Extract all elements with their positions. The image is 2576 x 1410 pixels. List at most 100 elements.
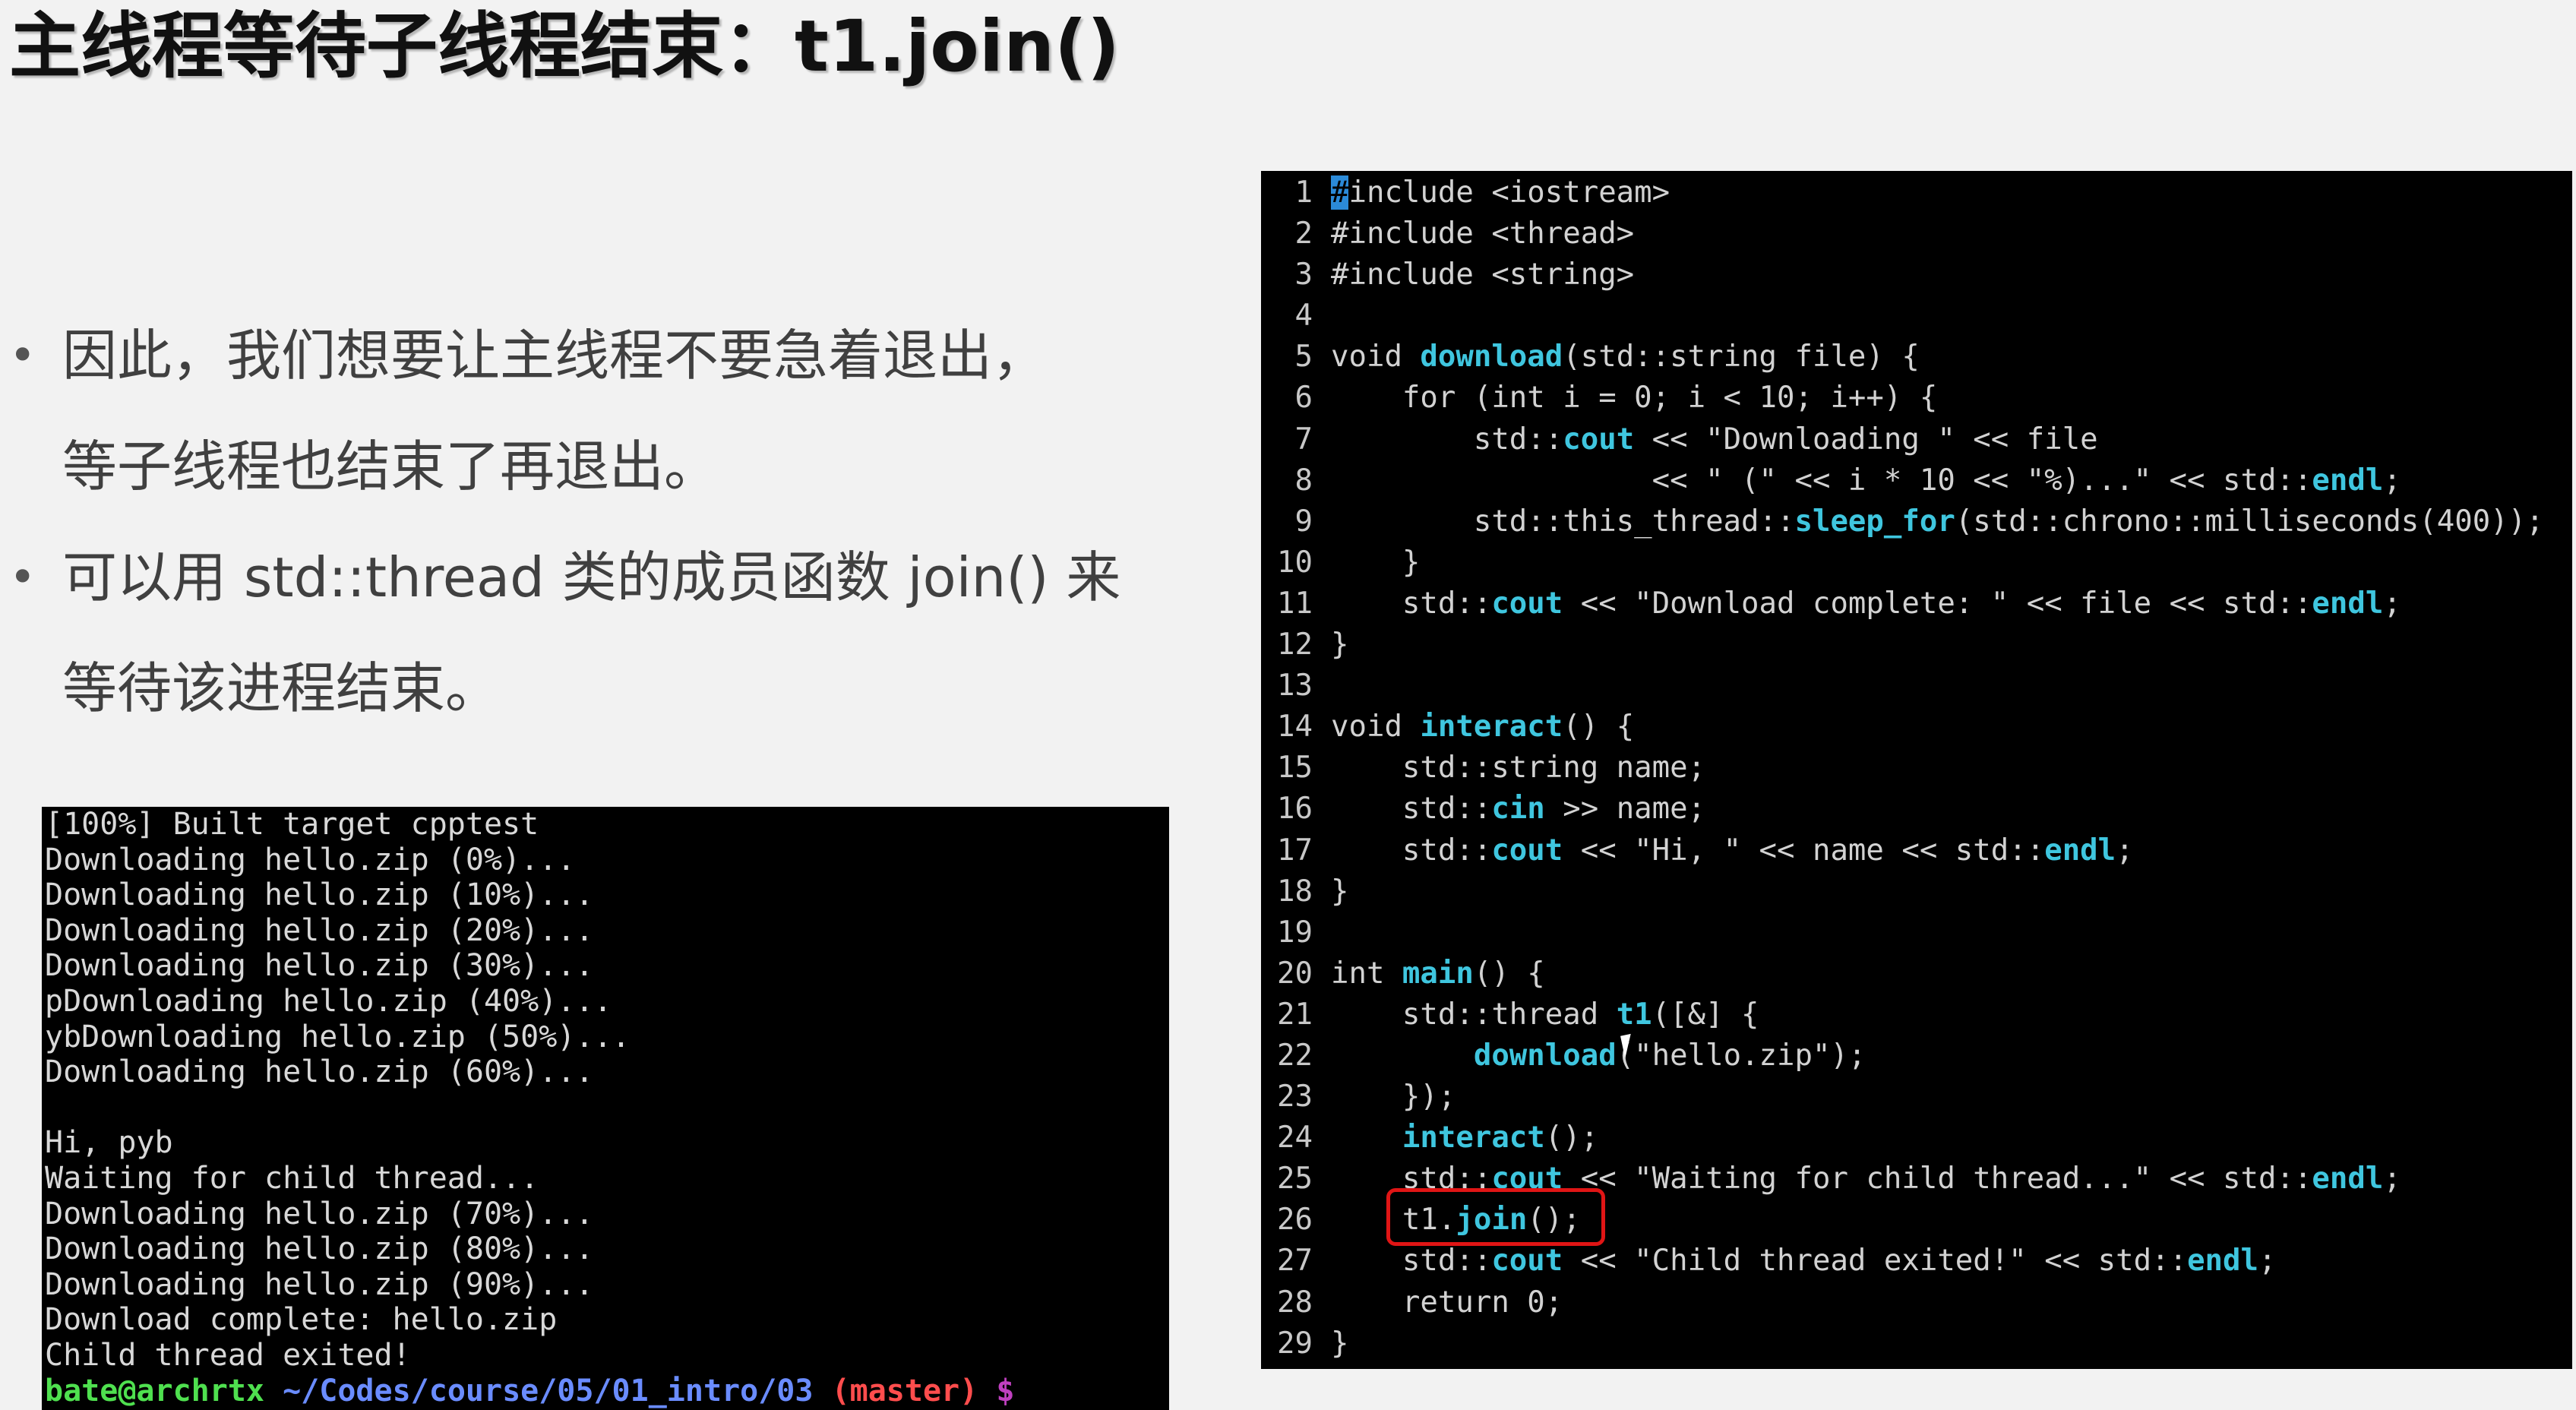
code-text: int main() {: [1331, 956, 1545, 991]
bullet-2-line-2: 等待该进程结束。: [62, 656, 501, 720]
terminal-line: Waiting for child thread...: [45, 1160, 539, 1196]
code-line[interactable]: 6 for (int i = 0; i < 10; i++) {: [1261, 378, 2572, 419]
code-line[interactable]: 29}: [1261, 1323, 2572, 1364]
code-line[interactable]: 22 download("hello.zip");: [1261, 1035, 2572, 1076]
code-editor[interactable]: 1 #include <iostream> 2 #include <thread> 3 #…: [1261, 171, 2572, 1369]
code-text: std::cout << "Hi, " << name << std::endl…: [1331, 833, 2134, 868]
code-segment: << "Downloading " << file: [1634, 422, 2098, 457]
code-segment: }: [1331, 545, 1421, 580]
code-line[interactable]: 20 int main() {: [1261, 953, 2572, 994]
terminal-output: [100%] Built target cpptest Downloading h…: [42, 807, 1169, 1374]
code-segment: std::: [1331, 792, 1492, 827]
code-segment: #include <thread>: [1331, 217, 1635, 251]
code-lines: 1 #include <iostream> 2 #include <thread> 3 #…: [1261, 171, 2572, 1364]
line-number: 27: [1277, 1244, 1313, 1279]
code-line[interactable]: 16 std::cin >> name;: [1261, 789, 2572, 830]
code-text: return 0;: [1331, 1285, 1563, 1320]
code-line[interactable]: 10 }: [1261, 542, 2572, 583]
code-segment: << " (" << i * 10 << "%)..." << std::: [1331, 463, 2312, 498]
bullet-1-line-1: 因此，我们想要让主线程不要急着退出，: [62, 324, 1048, 387]
code-identifier: cout: [1491, 586, 1563, 621]
terminal-line: Downloading hello.zip (70%)...: [45, 1196, 594, 1231]
code-line[interactable]: 5 void download(std::string file) {: [1261, 337, 2572, 378]
code-segment: (std::chrono::milliseconds(400));: [1955, 504, 2544, 539]
code-line[interactable]: 14 void interact() {: [1261, 707, 2572, 748]
code-line[interactable]: 24 interact();: [1261, 1118, 2572, 1159]
terminal-line: Downloading hello.zip (60%)...: [45, 1054, 594, 1090]
line-number: 7: [1294, 422, 1313, 457]
line-number: 8: [1294, 463, 1313, 498]
code-segment: << "Child thread exited!" << std::: [1563, 1244, 2188, 1279]
terminal-line: Download complete: hello.zip: [45, 1302, 558, 1338]
code-segment: () {: [1563, 710, 1635, 745]
terminal-line: Downloading hello.zip (90%)...: [45, 1266, 594, 1302]
code-identifier: endl: [2044, 833, 2116, 868]
code-segment: }: [1331, 628, 1349, 662]
code-segment: void: [1331, 340, 1421, 375]
code-line[interactable]: 17 std::cout << "Hi, " << name << std::e…: [1261, 830, 2572, 871]
code-segment: << "Download complete: " << file << std:…: [1563, 586, 2312, 621]
code-text: std::cout << "Child thread exited!" << s…: [1331, 1244, 2277, 1279]
terminal-window[interactable]: [100%] Built target cpptest Downloading h…: [42, 807, 1169, 1410]
bullet-item-1: • 因此，我们想要让主线程不要急着退出， 等子线程也结束了再退出。: [0, 300, 1215, 522]
line-number: 18: [1277, 874, 1313, 909]
line-number: 23: [1277, 1080, 1313, 1114]
line-number: 6: [1294, 381, 1313, 416]
code-line[interactable]: 23 });: [1261, 1076, 2572, 1118]
line-number: 14: [1277, 710, 1313, 745]
prompt-branch: (master): [831, 1373, 978, 1408]
code-text: std::cout << "Downloading " << file: [1331, 422, 2098, 457]
line-number: 1: [1294, 175, 1313, 210]
code-segment: for (int i = 0; i < 10; i++) {: [1331, 381, 1938, 416]
code-segment: }: [1331, 874, 1349, 909]
code-segment: ;: [2383, 586, 2401, 621]
code-line[interactable]: 27 std::cout << "Child thread exited!" <…: [1261, 1241, 2572, 1282]
terminal-line: Downloading hello.zip (30%)...: [45, 948, 594, 984]
code-text: std::this_thread::sleep_for(std::chrono:…: [1331, 504, 2544, 539]
code-segment: << "Hi, " << name << std::: [1563, 833, 2045, 868]
code-line[interactable]: 9 std::this_thread::sleep_for(std::chron…: [1261, 501, 2572, 542]
bullet-dot-icon: •: [9, 329, 36, 382]
code-text: << " (" << i * 10 << "%)..." << std::end…: [1331, 463, 2401, 498]
code-identifier: interact: [1402, 1121, 1545, 1156]
code-text: }: [1331, 874, 1348, 909]
code-identifier: cin: [1491, 792, 1545, 827]
code-line[interactable]: 28 return 0;: [1261, 1282, 2572, 1323]
code-line[interactable]: 8 << " (" << i * 10 << "%)..." << std::e…: [1261, 460, 2572, 501]
code-segment: #include <string>: [1331, 258, 1635, 292]
code-segment: >> name;: [1544, 792, 1706, 827]
code-segment: std::: [1331, 833, 1492, 868]
code-line[interactable]: 15 std::string name;: [1261, 748, 2572, 789]
prompt-symbol: $: [996, 1373, 1015, 1408]
code-identifier: download: [1473, 1038, 1617, 1073]
code-segment: std::: [1331, 1244, 1492, 1279]
code-text: std::cout << "Download complete: " << fi…: [1331, 586, 2401, 621]
code-text: }: [1331, 1326, 1348, 1361]
code-line[interactable]: 12}: [1261, 624, 2572, 665]
code-line[interactable]: 7 std::cout << "Downloading " << file: [1261, 419, 2572, 460]
code-line[interactable]: 3 #include <string>: [1261, 254, 2572, 296]
code-segment: << "Waiting for child thread..." << std:…: [1563, 1162, 2312, 1197]
code-line[interactable]: 18}: [1261, 871, 2572, 912]
code-line[interactable]: 21 std::thread t1([&] {: [1261, 994, 2572, 1035]
line-number: 17: [1277, 833, 1313, 868]
terminal-prompt[interactable]: bate@archrtx ~/Codes/course/05/01_intro/…: [42, 1374, 1169, 1409]
bullet-2-line-1: 可以用 std::thread 类的成员函数 join() 来: [62, 545, 1121, 609]
code-segment: return 0;: [1331, 1285, 1563, 1320]
line-number: 15: [1277, 751, 1313, 786]
line-number: 3: [1294, 258, 1313, 292]
code-line[interactable]: 1 #include <iostream>: [1261, 172, 2572, 213]
bullet-1-line-2: 等子线程也结束了再退出。: [62, 435, 719, 498]
code-line[interactable]: 2 #include <thread>: [1261, 213, 2572, 254]
code-text: }: [1331, 545, 1421, 580]
code-text: #include <string>: [1331, 258, 1634, 292]
code-line[interactable]: 13: [1261, 665, 2572, 707]
line-number: 10: [1277, 545, 1313, 580]
line-number: 26: [1277, 1203, 1313, 1238]
terminal-line: [100%] Built target cpptest: [45, 807, 539, 842]
code-line[interactable]: 11 std::cout << "Download complete: " <<…: [1261, 583, 2572, 624]
code-line[interactable]: 4: [1261, 296, 2572, 337]
code-line[interactable]: 19: [1261, 912, 2572, 953]
